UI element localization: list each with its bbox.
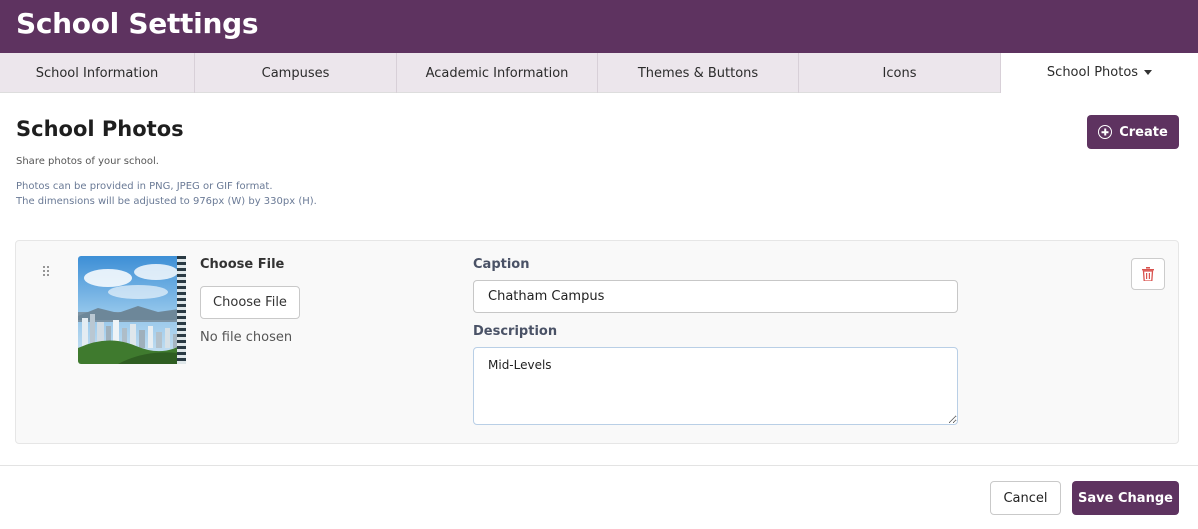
tab-label: School Information (35, 65, 159, 81)
tab-academic-information[interactable]: Academic Information (397, 53, 598, 93)
tab-school-photos[interactable]: School Photos (1001, 53, 1198, 93)
caption-label: Caption (473, 257, 530, 272)
tab-label: Themes & Buttons (637, 65, 759, 81)
description-textarea[interactable]: Mid-Levels (473, 347, 958, 425)
tab-campuses[interactable]: Campuses (195, 53, 397, 93)
cancel-button[interactable]: Cancel (990, 481, 1061, 515)
delete-photo-button[interactable] (1131, 258, 1165, 290)
settings-tabs: School Information Campuses Academic Inf… (0, 53, 1198, 93)
tab-label: Academic Information (425, 65, 569, 81)
create-button[interactable]: Create (1087, 115, 1179, 149)
tab-label: Icons (882, 65, 917, 81)
app-header: School Settings (0, 0, 1198, 53)
trash-icon (1142, 267, 1154, 281)
file-status: No file chosen (200, 330, 293, 345)
photo-thumbnail (78, 256, 186, 364)
caption-input[interactable] (473, 280, 958, 313)
footer-divider (0, 465, 1198, 466)
description-label: Description (473, 324, 558, 339)
create-button-label: Create (1119, 124, 1168, 140)
format-info: Photos can be provided in PNG, JPEG or G… (16, 181, 273, 192)
photo-thumbnail-edge (177, 256, 186, 364)
tab-icons[interactable]: Icons (799, 53, 1001, 93)
choose-file-button[interactable]: Choose File (200, 286, 300, 319)
page-title: School Photos (16, 117, 184, 141)
plus-circle-icon (1098, 125, 1113, 139)
dimension-info: The dimensions will be adjusted to 976px… (16, 196, 317, 207)
drag-handle-icon[interactable] (43, 266, 49, 278)
tab-label: School Photos (1046, 65, 1139, 80)
app-title: School Settings (16, 7, 259, 40)
tab-themes-buttons[interactable]: Themes & Buttons (598, 53, 799, 93)
caret-down-icon (1144, 70, 1153, 75)
choose-file-label: Choose File (200, 257, 285, 272)
photo-card: Choose File Choose File No file chosen C… (15, 240, 1179, 444)
tab-label: Campuses (261, 65, 330, 81)
save-change-button[interactable]: Save Change (1072, 481, 1179, 515)
page-subtitle: Share photos of your school. (16, 156, 159, 167)
tab-school-information[interactable]: School Information (0, 53, 195, 93)
